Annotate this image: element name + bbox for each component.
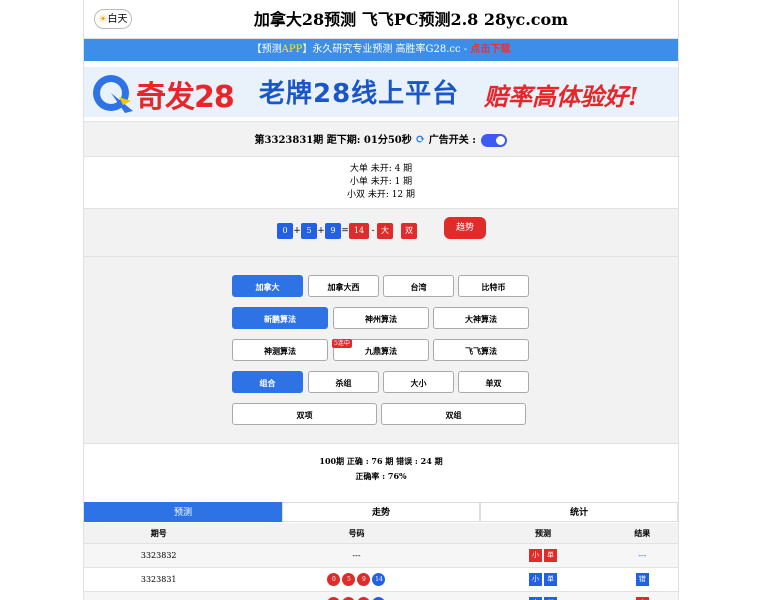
prediction-cell: 大单 [479, 591, 607, 600]
region-button-taiwan[interactable]: 台湾 [383, 275, 454, 297]
algo-button-xinpeng[interactable]: 新鹏算法 [232, 307, 328, 329]
countdown-text: 第3323831期 距下期: 01分50秒 [254, 135, 412, 146]
algo-button-feifei[interactable]: 飞飞算法 [433, 339, 529, 361]
prediction-mark: 小 [529, 549, 543, 562]
prediction-mark: 单 [544, 573, 558, 586]
table-row: 3323832 --- 小单 --- [84, 543, 678, 568]
tab-prediction[interactable]: 预测 [84, 502, 282, 522]
mode-button-size[interactable]: 大小 [383, 371, 454, 393]
promo-link[interactable]: 【预测APP】永久研究专业预测 高胜率G28.cc - 点击下载 [84, 38, 678, 61]
numbers-cell: --- [233, 543, 480, 568]
tab-bar: 预测 走势 统计 [84, 502, 678, 522]
missing-stats: 大单 未开: 4 期 小单 未开: 1 期 小双 未开: 12 期 [84, 157, 678, 208]
region-button-canada-west[interactable]: 加拿大西 [308, 275, 379, 297]
region-button-bitcoin[interactable]: 比特币 [458, 275, 529, 297]
dash-sign: - [371, 226, 375, 236]
stat-line: 小单 未开: 1 期 [349, 177, 413, 187]
page: ☀白天 加拿大28预测 飞飞PC预测2.8 28yc.com 【预测APP】永久… [83, 0, 679, 600]
issue-id: 3323830 [84, 591, 234, 600]
theme-label: 白天 [107, 14, 128, 25]
ad-switch-toggle[interactable] [481, 134, 508, 147]
number-ball: 5 [342, 573, 356, 586]
result-cell: 中 [606, 591, 678, 600]
table-row: 3323830 62103 大单 中 [84, 591, 678, 600]
number-ball: 0 [277, 223, 293, 239]
issue-id: 3323831 [84, 567, 234, 592]
result-row: 0 +5 +9 = 14- 大 双 [277, 223, 417, 239]
algo-button-dashen[interactable]: 大神算法 [433, 307, 529, 329]
promo-app: APP [281, 44, 303, 55]
refresh-icon[interactable]: ⟳ [415, 132, 425, 146]
size-ball: 大 [377, 223, 393, 239]
algo-button-shenzhou[interactable]: 神州算法 [333, 307, 429, 329]
mode-button-parity[interactable]: 单双 [458, 371, 529, 393]
mode-button-combo[interactable]: 组合 [232, 371, 303, 393]
number-ball: 9 [325, 223, 341, 239]
mode-button-double-group[interactable]: 双组 [381, 403, 526, 425]
issue-id: 3323832 [84, 543, 234, 568]
promo-prefix: 【预测 [251, 44, 282, 55]
stat-line: 小双 未开: 12 期 [346, 190, 416, 200]
promo-middle: 】永久研究专业预测 高胜率G28.cc - [302, 44, 471, 55]
ad-banner[interactable]: 奇发28 老牌28线上平台 赔率高体验好! [84, 67, 678, 117]
result-mark: 错 [635, 573, 649, 586]
latest-result: 0 +5 +9 = 14- 大 双 趋势 [84, 208, 678, 257]
accuracy-summary: 100期 正确 : 76 期 错误 : 24 期 正确率 : 76% [84, 444, 678, 484]
plus-sign: + [293, 226, 301, 236]
number-ball: 0 [327, 573, 341, 586]
column-header: 期号 [84, 523, 234, 544]
region-button-canada[interactable]: 加拿大 [232, 275, 303, 297]
win-streak-badge: 5连中 [332, 339, 352, 348]
ad-logo-text: 奇发28 [136, 80, 235, 115]
prediction-mark: 单 [544, 549, 558, 562]
column-header: 结果 [606, 523, 678, 544]
column-header: 预测 [479, 523, 607, 544]
trend-button[interactable]: 趋势 [444, 217, 486, 239]
sum-ball: 14 [349, 223, 369, 239]
ad-slogan: 老牌28线上平台 [259, 79, 460, 109]
table-header-row: 期号 号码 预测 结果 [84, 523, 678, 544]
table-row: 3323831 0 5 9 14 小单 错 [84, 567, 678, 592]
mode-button-kill-group[interactable]: 杀组 [308, 371, 379, 393]
history-table: 期号 号码 预测 结果 3323832 --- 小单 --- 3323831 0… [84, 523, 678, 600]
algo-button-shence[interactable]: 神测算法 [232, 339, 328, 361]
parity-ball: 双 [401, 223, 417, 239]
result-cell: --- [606, 543, 678, 568]
tab-trend[interactable]: 走势 [282, 502, 480, 522]
prediction-cell: 小单 [479, 543, 607, 568]
accuracy-line: 100期 正确 : 76 期 错误 : 24 期 [319, 456, 443, 466]
numbers-cell: 62103 [233, 591, 480, 600]
tab-statistics[interactable]: 统计 [480, 502, 678, 522]
column-header: 号码 [233, 523, 480, 544]
prediction-mark: 小 [529, 573, 543, 586]
theme-toggle-button[interactable]: ☀白天 [94, 9, 132, 29]
header: ☀白天 加拿大28预测 飞飞PC预测2.8 28yc.com [84, 0, 678, 38]
promo-download[interactable]: 点击下载 [470, 44, 510, 55]
result-cell: 错 [606, 567, 678, 592]
number-ball: 5 [301, 223, 317, 239]
accuracy-rate: 正确率 : 76% [355, 471, 407, 481]
equals-sign: = [341, 226, 349, 236]
mode-button-double-item[interactable]: 双项 [232, 403, 377, 425]
prediction-cell: 小单 [479, 567, 607, 592]
ad-slogan-2: 赔率高体验好! [484, 82, 639, 111]
stat-line: 大单 未开: 4 期 [349, 164, 413, 174]
ad-switch-label: 广告开关 : [428, 135, 476, 146]
selector-panel: 加拿大 加拿大西 台湾 比特币 新鹏算法 神州算法 大神算法 神测算法 九鼎算法… [84, 257, 678, 444]
sum-ball: 14 [372, 573, 386, 586]
numbers-cell: 0 5 9 14 [233, 567, 480, 592]
number-ball: 9 [357, 573, 371, 586]
plus-sign: + [317, 226, 325, 236]
countdown-bar: 第3323831期 距下期: 01分50秒 ⟳ 广告开关 : [84, 121, 678, 157]
page-title: 加拿大28预测 飞飞PC预测2.8 28yc.com [253, 10, 569, 29]
